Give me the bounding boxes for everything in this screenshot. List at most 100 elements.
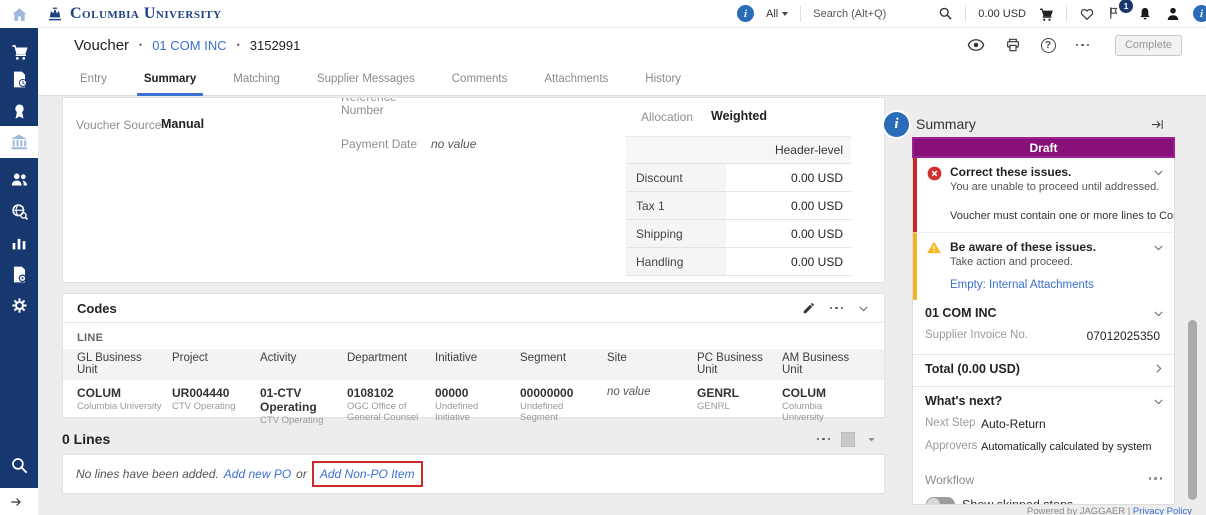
sidebar-item-home[interactable]: [0, 0, 38, 28]
invoice-number: 07012025350: [1086, 329, 1160, 343]
collapse-chevron-icon[interactable]: [857, 302, 870, 315]
codes-group-label: LINE: [77, 332, 104, 344]
sidebar-item-accounts-payable[interactable]: [0, 126, 38, 158]
chevron-down-icon[interactable]: [1152, 166, 1165, 179]
more-options-icon[interactable]: [829, 303, 843, 314]
tab-attachments[interactable]: Attachments: [544, 64, 608, 94]
approvers-label: Approvers: [925, 440, 978, 452]
column-header: Initiative: [434, 349, 519, 380]
app-window: Columbia University i All Search (Alt+Q)…: [0, 0, 1206, 515]
lines-view-button[interactable]: [841, 431, 855, 447]
add-non-po-item-link[interactable]: Add Non-PO Item: [320, 467, 415, 481]
approvers-value: Automatically calculated by system: [981, 441, 1152, 453]
user-profile-icon[interactable]: [1165, 6, 1181, 22]
privacy-policy-link[interactable]: Privacy Policy: [1133, 506, 1192, 515]
show-skipped-toggle[interactable]: [926, 497, 955, 504]
payment-date-label: Payment Date: [341, 137, 418, 151]
lines-empty-card: No lines have been added. Add new PO or …: [62, 454, 885, 494]
column-header: PC Business Unit: [696, 349, 781, 380]
complete-button[interactable]: Complete: [1115, 34, 1182, 56]
charge-value: 0.00 USD: [726, 220, 851, 247]
more-options-icon[interactable]: [1148, 477, 1162, 480]
codes-title: Codes: [77, 300, 117, 316]
users-icon: [10, 170, 29, 189]
warning-item-link[interactable]: Empty: Internal Attachments: [950, 279, 1094, 291]
dropdown-chevron-icon[interactable]: [866, 434, 877, 445]
tab-history[interactable]: History: [645, 64, 681, 94]
info-icon[interactable]: i: [737, 5, 754, 22]
tab-matching[interactable]: Matching: [233, 64, 280, 94]
sidebar-item-contracts[interactable]: [0, 259, 38, 289]
flag-count-badge: 1: [1119, 0, 1133, 13]
action-flags[interactable]: 1: [1107, 0, 1133, 23]
sidebar-item-reporting[interactable]: [0, 228, 38, 258]
tab-summary[interactable]: Summary: [136, 64, 204, 96]
chevron-right-icon[interactable]: [1152, 362, 1165, 375]
search-scope-dropdown[interactable]: All: [766, 8, 789, 20]
more-options-icon[interactable]: [816, 434, 830, 445]
chevron-down-icon[interactable]: [1152, 395, 1165, 408]
charge-label: Handling: [626, 248, 726, 275]
search-shortcut-label[interactable]: Search (Alt+Q): [813, 8, 886, 20]
brand-logo[interactable]: Columbia University: [38, 5, 222, 23]
more-options-icon[interactable]: [1075, 40, 1089, 51]
supplier-link[interactable]: 01 COM INC: [152, 38, 226, 53]
globe-search-icon: [10, 202, 29, 221]
divider: [1066, 5, 1067, 22]
favorites-heart-icon[interactable]: [1079, 6, 1095, 22]
voucher-source-value: Manual: [161, 117, 205, 131]
separator-dot: •: [139, 40, 143, 50]
chevron-down-icon[interactable]: [1152, 307, 1165, 320]
code-description: OGC Office of General Counsel: [347, 401, 419, 423]
cart-icon[interactable]: [1038, 6, 1054, 22]
tab-comments[interactable]: Comments: [452, 64, 508, 94]
edit-pencil-icon[interactable]: [802, 301, 816, 315]
table-row: Discount 0.00 USD: [626, 164, 851, 192]
code-value: 01-CTV Operating: [260, 386, 317, 414]
add-new-po-link[interactable]: Add new PO: [224, 467, 291, 481]
gear-icon: [10, 296, 29, 315]
summary-info-icon[interactable]: i: [884, 112, 909, 137]
lines-section-header: 0 Lines: [62, 427, 885, 451]
codes-header-row: GL Business Unit Project Activity Depart…: [63, 349, 884, 380]
allocation-value: Weighted: [711, 109, 768, 123]
status-badge: Draft: [914, 139, 1173, 156]
code-description: Columbia University: [782, 401, 824, 423]
allocation-label: Allocation: [641, 110, 694, 124]
cart-total: 0.00 USD: [978, 7, 1026, 20]
payment-date-value: no value: [431, 137, 477, 151]
lines-empty-message: No lines have been added.: [76, 467, 219, 481]
info-icon[interactable]: i: [1193, 5, 1206, 22]
warning-subtitle: Take action and proceed.: [950, 256, 1073, 268]
sidebar-item-supplier-awards[interactable]: [0, 96, 38, 126]
chevron-down-icon[interactable]: [1152, 241, 1165, 254]
tab-entry[interactable]: Entry: [80, 64, 107, 94]
tab-supplier-messages[interactable]: Supplier Messages: [317, 64, 415, 94]
column-header: Segment: [519, 349, 606, 380]
error-item: Voucher must contain one or more lines t…: [950, 210, 1174, 222]
collapse-panel-icon[interactable]: [1150, 117, 1165, 132]
invoice-label: Supplier Invoice No.: [925, 329, 1028, 341]
search-icon[interactable]: [938, 6, 953, 21]
sidebar-item-sourcing[interactable]: [0, 196, 38, 226]
vertical-scrollbar[interactable]: [1188, 320, 1197, 500]
sidebar-item-shop[interactable]: [0, 36, 38, 66]
add-non-po-highlight-box: Add Non-PO Item: [311, 461, 423, 487]
notifications-bell-icon[interactable]: [1137, 6, 1153, 22]
sidebar-expand[interactable]: [0, 488, 38, 515]
print-icon[interactable]: [1005, 37, 1021, 53]
tab-bar: Entry Summary Matching Supplier Messages…: [38, 62, 1206, 96]
preview-eye-icon[interactable]: [967, 38, 985, 52]
charge-value: 0.00 USD: [726, 164, 851, 191]
document-header: Voucher • 01 COM INC • 3152991 ? Complet…: [38, 28, 1206, 62]
sidebar-item-orders[interactable]: [0, 64, 38, 94]
sidebar-item-administration[interactable]: [0, 290, 38, 320]
page-title: Voucher: [74, 36, 130, 54]
left-sidebar: [0, 0, 38, 515]
code-value-empty: no value: [607, 386, 651, 398]
sidebar-item-suppliers[interactable]: [0, 164, 38, 194]
sidebar-item-search[interactable]: [0, 450, 38, 480]
help-icon[interactable]: ?: [1040, 37, 1056, 53]
table-row: Tax 1 0.00 USD: [626, 192, 851, 220]
summary-panel-title: Summary: [916, 116, 976, 132]
